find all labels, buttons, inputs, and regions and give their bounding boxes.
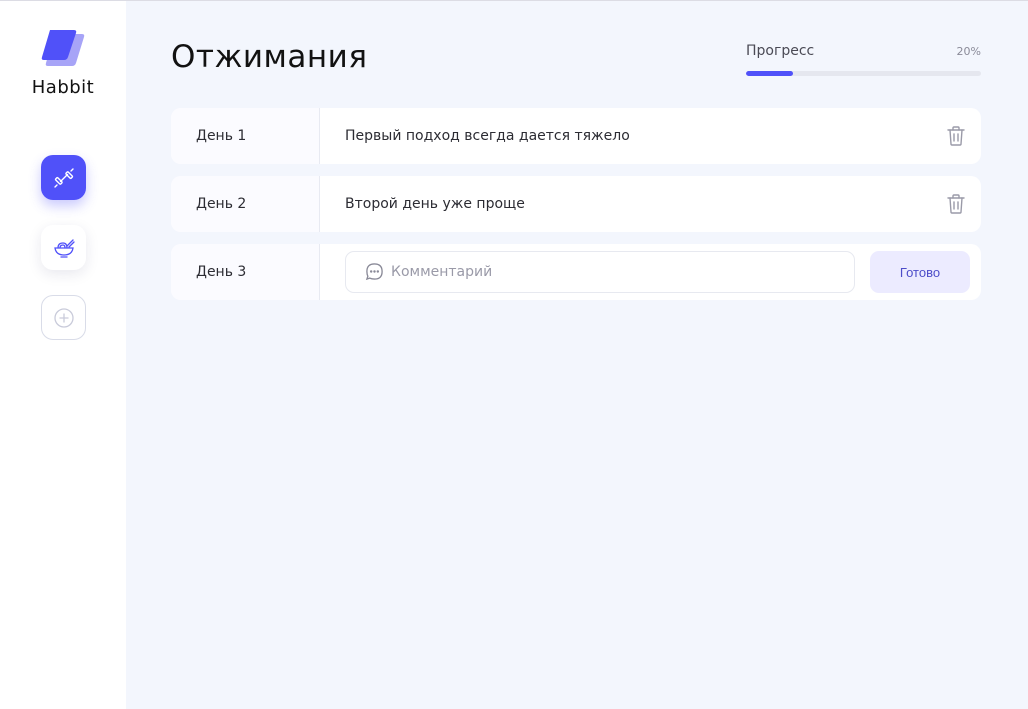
comment-input-wrapper <box>345 251 855 293</box>
day-comment: Первый подход всегда дается тяжело <box>345 128 630 144</box>
done-button[interactable]: Готово <box>870 251 970 293</box>
progress-bar-fill <box>746 71 793 76</box>
sidebar-add-habit-button[interactable] <box>41 295 86 340</box>
logo: Habbit <box>0 29 126 98</box>
day-row: День 1 Первый подход всегда дается тяжел… <box>171 108 981 164</box>
main-content: Отжимания Прогресс 20% День 1 Первый под… <box>126 1 1028 709</box>
logo-icon <box>41 30 85 66</box>
delete-day-button[interactable] <box>946 125 966 147</box>
comment-icon <box>365 263 383 281</box>
sidebar: Habbit <box>0 1 126 709</box>
trash-icon <box>947 126 965 146</box>
page-title: Отжимания <box>171 39 368 75</box>
sidebar-item-workout[interactable] <box>41 155 86 200</box>
progress-block: Прогресс 20% <box>746 43 981 76</box>
sidebar-item-food[interactable] <box>41 225 86 270</box>
progress-percent: 20% <box>956 45 981 58</box>
day-label: День 3 <box>171 244 320 300</box>
progress-label: Прогресс <box>746 43 815 59</box>
day-comment: Второй день уже проще <box>345 196 525 212</box>
new-day-row: День 3 Готово <box>171 244 981 300</box>
progress-bar <box>746 71 981 76</box>
day-row: День 2 Второй день уже проще <box>171 176 981 232</box>
dumbbell-icon <box>53 167 74 188</box>
comment-form: Готово <box>320 251 981 293</box>
trash-icon <box>947 194 965 214</box>
comment-input[interactable] <box>391 252 846 292</box>
day-label: День 2 <box>171 176 320 232</box>
delete-day-button[interactable] <box>946 193 966 215</box>
food-bowl-icon <box>53 238 75 258</box>
day-label: День 1 <box>171 108 320 164</box>
logo-text: Habbit <box>31 77 95 98</box>
add-icon <box>53 307 74 328</box>
